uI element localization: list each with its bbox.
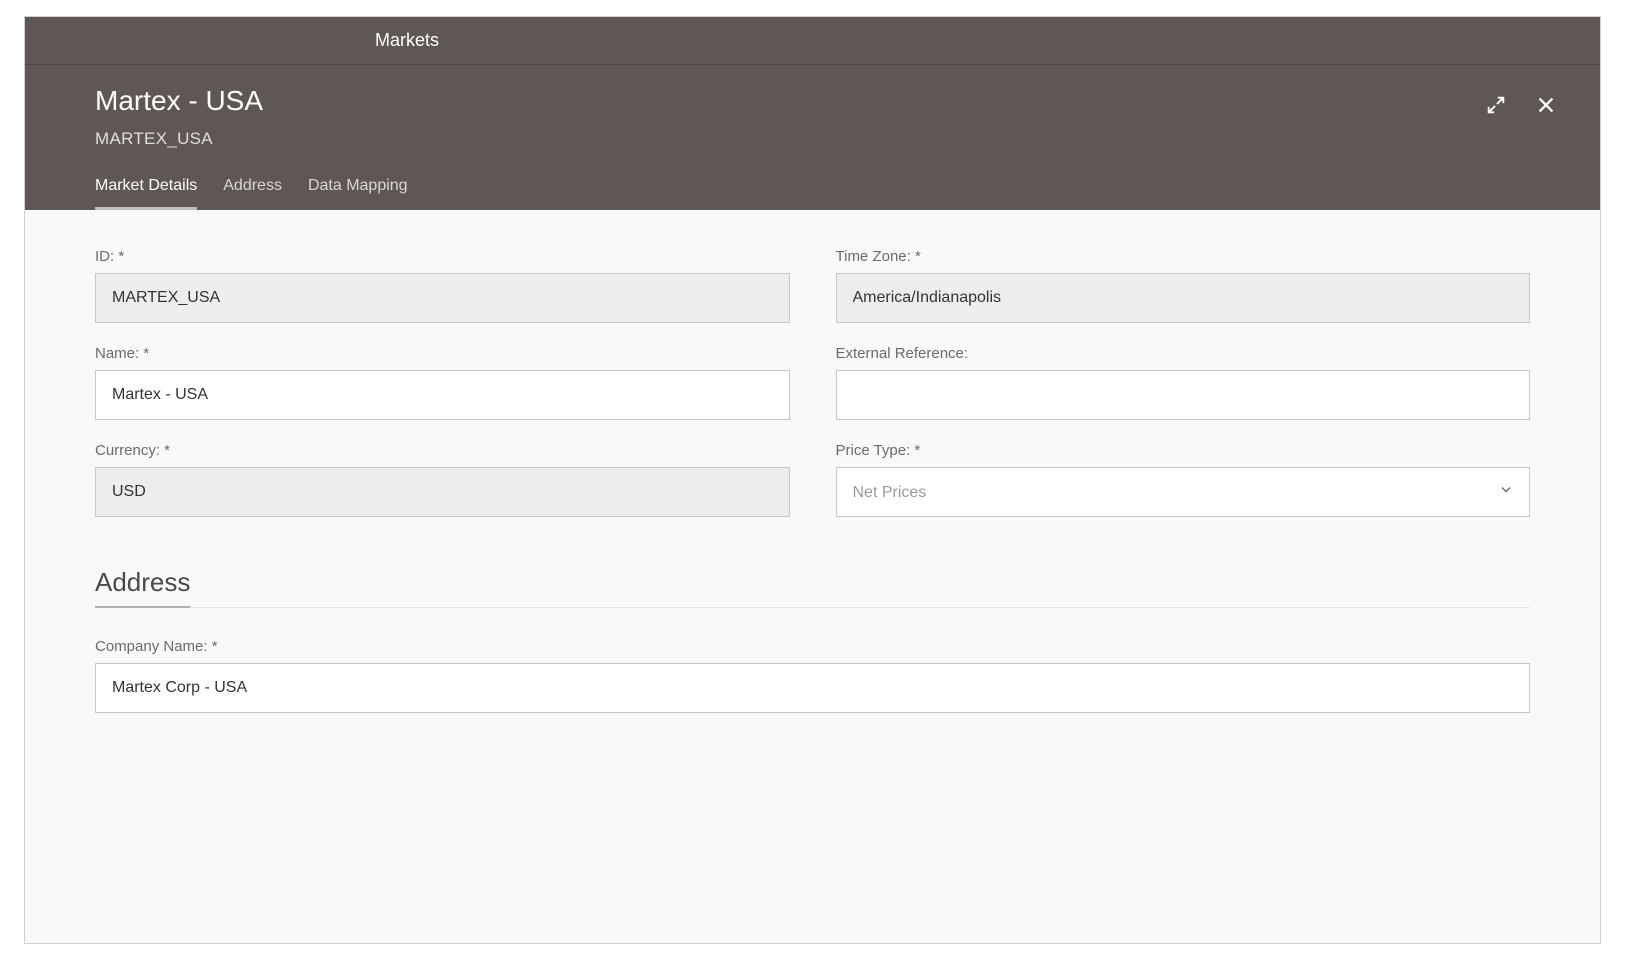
- panel-header: Martex - USA MARTEX_USA: [25, 65, 1600, 210]
- id-label: ID: *: [95, 248, 790, 265]
- expand-button[interactable]: [1482, 91, 1510, 119]
- section-divider: [95, 607, 1530, 608]
- timezone-label: Time Zone: *: [836, 248, 1531, 265]
- page-subtitle: MARTEX_USA: [95, 129, 263, 149]
- content-area: ID: * Time Zone: * Name: * External Refe…: [25, 210, 1600, 943]
- address-section-title: Address: [95, 567, 190, 608]
- top-bar-title: Markets: [375, 30, 439, 51]
- header-actions: [1482, 85, 1560, 119]
- price-type-select[interactable]: Net Prices: [836, 467, 1531, 517]
- tab-market-details[interactable]: Market Details: [95, 177, 197, 210]
- field-group-price-type: Price Type: * Net Prices: [836, 442, 1531, 517]
- field-group-currency: Currency: *: [95, 442, 790, 517]
- field-group-company-name: Company Name: *: [95, 638, 1530, 713]
- field-group-name: Name: *: [95, 345, 790, 420]
- tabs: Market Details Address Data Mapping: [95, 177, 1560, 210]
- timezone-input[interactable]: [836, 273, 1531, 323]
- expand-icon: [1485, 94, 1507, 116]
- name-label: Name: *: [95, 345, 790, 362]
- field-group-timezone: Time Zone: *: [836, 248, 1531, 323]
- price-type-label: Price Type: *: [836, 442, 1531, 459]
- close-icon: [1535, 94, 1557, 116]
- company-name-input[interactable]: [95, 663, 1530, 713]
- header-title-row: Martex - USA MARTEX_USA: [95, 85, 1560, 177]
- name-input[interactable]: [95, 370, 790, 420]
- id-input[interactable]: [95, 273, 790, 323]
- external-reference-label: External Reference:: [836, 345, 1531, 362]
- close-button[interactable]: [1532, 91, 1560, 119]
- address-form: Company Name: *: [95, 638, 1530, 713]
- field-group-id: ID: *: [95, 248, 790, 323]
- panel: Markets Martex - USA MARTEX_USA: [24, 16, 1601, 944]
- top-bar: Markets: [25, 17, 1600, 65]
- currency-label: Currency: *: [95, 442, 790, 459]
- address-section-header: Address: [95, 567, 1530, 608]
- currency-input[interactable]: [95, 467, 790, 517]
- tab-data-mapping[interactable]: Data Mapping: [308, 177, 408, 210]
- app-container: Markets Martex - USA MARTEX_USA: [0, 0, 1625, 960]
- tab-address[interactable]: Address: [223, 177, 282, 210]
- external-reference-input[interactable]: [836, 370, 1531, 420]
- header-titles: Martex - USA MARTEX_USA: [95, 85, 263, 177]
- page-title: Martex - USA: [95, 85, 263, 117]
- market-details-form: ID: * Time Zone: * Name: * External Refe…: [95, 248, 1530, 517]
- company-name-label: Company Name: *: [95, 638, 1530, 655]
- field-group-external-reference: External Reference:: [836, 345, 1531, 420]
- price-type-select-wrapper: Net Prices: [836, 467, 1531, 517]
